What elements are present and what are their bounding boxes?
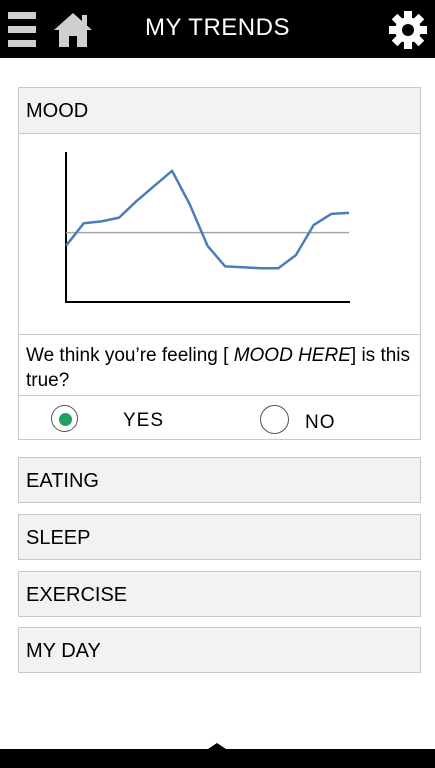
radio-selected-dot [59, 413, 72, 426]
sleep-section[interactable]: SLEEP [18, 514, 421, 560]
mood-section-header[interactable]: MOOD [19, 88, 420, 134]
bottom-bar [0, 749, 435, 768]
no-radio-button[interactable] [260, 405, 289, 434]
no-radio-option[interactable]: NO [260, 405, 370, 435]
eating-section[interactable]: EATING [18, 457, 421, 503]
mood-section-label: MOOD [26, 100, 89, 122]
yes-radio-option[interactable]: YES [51, 405, 191, 435]
sleep-section-label: SLEEP [26, 527, 91, 549]
eating-section-label: EATING [26, 470, 99, 492]
my-day-section-label: MY DAY [26, 640, 101, 662]
hamburger-menu-icon[interactable] [8, 12, 38, 48]
my-day-section[interactable]: MY DAY [18, 627, 421, 673]
mood-trend-chart [65, 152, 350, 303]
mood-question: We think you’re feeling [ MOOD HERE] is … [19, 334, 420, 396]
yes-radio-button[interactable] [51, 405, 78, 432]
mood-section: MOOD We think you’re feeling [ MOOD HERE… [18, 87, 421, 440]
gear-icon[interactable] [388, 10, 428, 50]
yes-label: YES [123, 410, 165, 431]
exercise-section-label: EXERCISE [26, 584, 128, 606]
mood-placeholder: MOOD HERE [233, 345, 351, 366]
mood-series-line [65, 169, 350, 270]
home-icon[interactable] [52, 11, 94, 49]
top-bar: MY TRENDS [0, 0, 435, 58]
no-label: NO [305, 412, 336, 433]
exercise-section[interactable]: EXERCISE [18, 571, 421, 617]
question-prefix: We think you’re feeling [ [26, 345, 234, 366]
